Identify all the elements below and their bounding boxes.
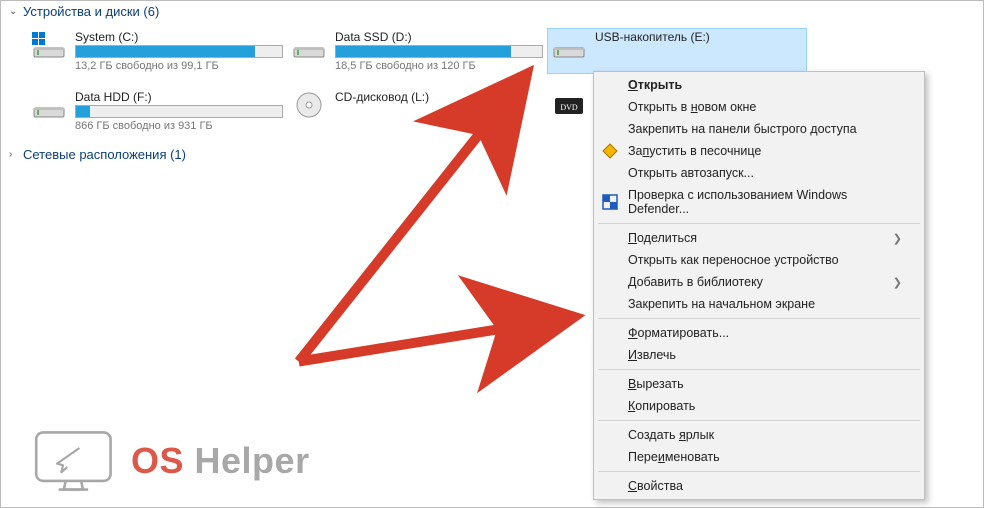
menu-item-label: Закрепить на начальном экране	[628, 297, 815, 311]
menu-separator	[598, 318, 920, 319]
menu-item[interactable]: Свойства	[596, 475, 922, 497]
chevron-right-icon: ❯	[893, 276, 902, 289]
drive-free-text: 866 ГБ свободно из 931 ГБ	[75, 120, 283, 132]
menu-item[interactable]: Форматировать...	[596, 322, 922, 344]
drive-icon	[31, 30, 67, 60]
menu-item-label: Открыть как переносное устройство	[628, 253, 839, 267]
chevron-down-icon: ⌄	[9, 6, 19, 17]
drive-name: Data HDD (F:)	[75, 90, 283, 104]
chevron-right-icon: ❯	[893, 232, 902, 245]
menu-separator	[598, 471, 920, 472]
drive-name: CD-дисковод (L:)	[335, 90, 543, 104]
menu-item-label: Добавить в библиотеку	[628, 275, 763, 289]
drive-icon	[291, 90, 327, 120]
menu-separator	[598, 420, 920, 421]
drive-icon	[31, 90, 67, 120]
drive-name: Data SSD (D:)	[335, 30, 543, 44]
svg-text:DVD: DVD	[560, 103, 578, 112]
drive-icon: DVD	[551, 90, 587, 120]
menu-item[interactable]: Открыть автозапуск...	[596, 162, 922, 184]
menu-item[interactable]: Закрепить на начальном экране	[596, 293, 922, 315]
drive-item[interactable]: System (C:) 13,2 ГБ свободно из 99,1 ГБ	[27, 28, 287, 74]
drive-name: USB-накопитель (E:)	[595, 30, 803, 44]
drive-item[interactable]: Data HDD (F:) 866 ГБ свободно из 931 ГБ	[27, 88, 287, 134]
monitor-icon	[31, 429, 121, 493]
context-menu: Открыть Открыть в новом окне Закрепить на …	[593, 71, 925, 500]
drive-free-text: 13,2 ГБ свободно из 99,1 ГБ	[75, 60, 283, 72]
menu-item-label: Вырезать	[628, 377, 684, 391]
drive-icon	[291, 30, 327, 60]
menu-item-label: Копировать	[628, 399, 695, 413]
menu-item-label: Закрепить на панели быстрого доступа	[628, 122, 857, 136]
menu-item-label: Форматировать...	[628, 326, 729, 340]
menu-item[interactable]: Копировать	[596, 395, 922, 417]
drive-icon	[551, 30, 587, 60]
menu-item[interactable]: Переименовать	[596, 446, 922, 468]
drive-item[interactable]: CD-дисковод (L:)	[287, 88, 547, 134]
capacity-bar	[75, 45, 283, 58]
menu-item-label: Переименовать	[628, 450, 720, 464]
menu-item-label: Извлечь	[628, 348, 676, 362]
defender-icon	[602, 194, 618, 210]
section-title: Устройства и диски (6)	[23, 4, 159, 19]
menu-item[interactable]: Создать ярлык	[596, 424, 922, 446]
menu-item[interactable]: Закрепить на панели быстрого доступа	[596, 118, 922, 140]
menu-separator	[598, 223, 920, 224]
section-title: Сетевые расположения (1)	[23, 147, 186, 162]
menu-item-label: Создать ярлык	[628, 428, 714, 442]
chevron-right-icon: ›	[9, 149, 19, 160]
menu-item[interactable]: Открыть	[596, 74, 922, 96]
capacity-bar	[75, 105, 283, 118]
logo-text-os: OS	[131, 440, 184, 481]
menu-item[interactable]: Проверка с использованием Windows Defend…	[596, 184, 922, 220]
menu-item[interactable]: Открыть в новом окне	[596, 96, 922, 118]
drive-free-text: 18,5 ГБ свободно из 120 ГБ	[335, 60, 543, 72]
menu-item-label: Запустить в песочнице	[628, 144, 761, 158]
menu-item[interactable]: Запустить в песочнице	[596, 140, 922, 162]
capacity-bar	[335, 45, 543, 58]
drive-item[interactable]: Data SSD (D:) 18,5 ГБ свободно из 120 ГБ	[287, 28, 547, 74]
section-header-drives[interactable]: ⌄ Устройства и диски (6)	[1, 1, 983, 22]
menu-item-label: Свойства	[628, 479, 683, 493]
menu-item[interactable]: Открыть как переносное устройство	[596, 249, 922, 271]
menu-item-label: Поделиться	[628, 231, 697, 245]
drive-name: System (C:)	[75, 30, 283, 44]
menu-item-label: Открыть автозапуск...	[628, 166, 754, 180]
menu-item-label: Проверка с использованием Windows Defend…	[628, 188, 902, 216]
watermark-logo: OS Helper	[31, 429, 310, 493]
menu-item[interactable]: Поделиться ❯	[596, 227, 922, 249]
menu-item[interactable]: Извлечь	[596, 344, 922, 366]
sandbox-icon	[602, 143, 618, 159]
menu-item-label: Открыть	[628, 78, 682, 92]
menu-item[interactable]: Вырезать	[596, 373, 922, 395]
menu-item[interactable]: Добавить в библиотеку ❯	[596, 271, 922, 293]
menu-separator	[598, 369, 920, 370]
menu-item-label: Открыть в новом окне	[628, 100, 756, 114]
logo-text-helper: Helper	[195, 440, 310, 481]
drive-item[interactable]: USB-накопитель (E:)	[547, 28, 807, 74]
